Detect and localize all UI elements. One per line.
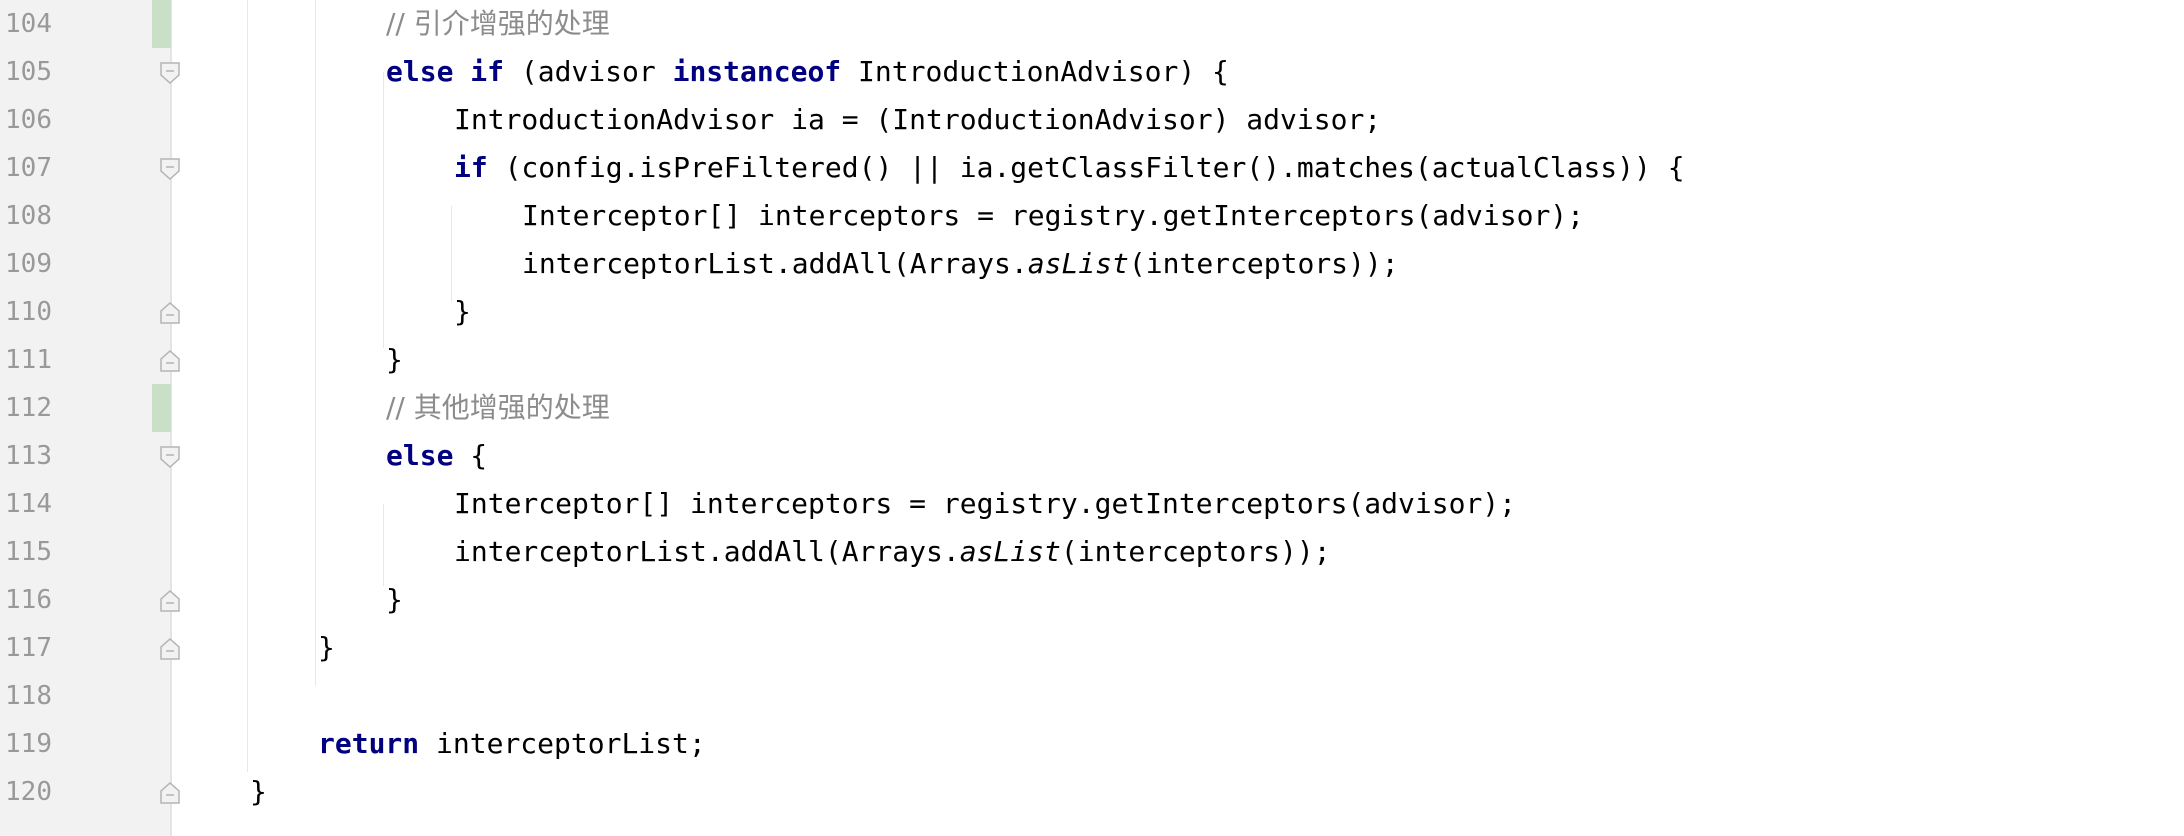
- line-number: 108: [5, 201, 52, 231]
- code-line-114[interactable]: 114 Interceptor[] interceptors = registr…: [0, 480, 2184, 528]
- code-lines: 104 // 引介增强的处理 105 else if (advisor inst…: [0, 0, 2184, 816]
- line-number: 115: [5, 537, 52, 567]
- code-token: IntroductionAdvisor) {: [841, 55, 1229, 88]
- change-marker[interactable]: [152, 0, 171, 48]
- code-token: }: [318, 631, 335, 664]
- code-text: interceptorList.addAll(Arrays.asList(int…: [522, 240, 1399, 288]
- code-text: }: [318, 624, 335, 672]
- line-number: 107: [5, 153, 52, 183]
- code-line-105[interactable]: 105 else if (advisor instanceof Introduc…: [0, 48, 2184, 96]
- line-number: 104: [5, 9, 52, 39]
- code-line-112[interactable]: 112 // 其他增强的处理: [0, 384, 2184, 432]
- code-token: Interceptor[] interceptors = registry.ge…: [454, 487, 1517, 520]
- code-text: }: [386, 336, 403, 384]
- code-text: interceptorList.addAll(Arrays.asList(int…: [454, 528, 1331, 576]
- code-token: IntroductionAdvisor ia = (IntroductionAd…: [454, 103, 1382, 136]
- code-line-104[interactable]: 104 // 引介增强的处理: [0, 0, 2184, 48]
- fold-end-icon[interactable]: [160, 638, 180, 660]
- line-number: 119: [5, 729, 52, 759]
- keyword: else: [386, 439, 454, 472]
- code-text: else {: [386, 432, 487, 480]
- code-editor[interactable]: 104 // 引介增强的处理 105 else if (advisor inst…: [0, 0, 2184, 836]
- code-token: (interceptors));: [1060, 535, 1331, 568]
- code-line-118[interactable]: 118: [0, 672, 2184, 720]
- code-line-106[interactable]: 106 IntroductionAdvisor ia = (Introducti…: [0, 96, 2184, 144]
- code-token: Interceptor[] interceptors = registry.ge…: [522, 199, 1585, 232]
- code-line-115[interactable]: 115 interceptorList.addAll(Arrays.asList…: [0, 528, 2184, 576]
- line-number: 120: [5, 777, 52, 807]
- code-text: }: [386, 576, 403, 624]
- comment: // 其他增强的处理: [386, 391, 610, 424]
- code-line-119[interactable]: 119 return interceptorList;: [0, 720, 2184, 768]
- code-token: interceptorList.addAll(Arrays.: [454, 535, 960, 568]
- fold-start-icon[interactable]: [160, 446, 180, 468]
- code-line-108[interactable]: 108 Interceptor[] interceptors = registr…: [0, 192, 2184, 240]
- static-method: asList: [1027, 247, 1129, 280]
- keyword: instanceof: [672, 55, 842, 88]
- line-number: 110: [5, 297, 52, 327]
- code-text: }: [250, 768, 267, 816]
- fold-start-icon[interactable]: [160, 62, 180, 84]
- code-token: }: [386, 583, 403, 616]
- code-token: }: [454, 295, 471, 328]
- code-text: // 引介增强的处理: [386, 0, 610, 48]
- code-token: (interceptors));: [1128, 247, 1399, 280]
- code-line-109[interactable]: 109 interceptorList.addAll(Arrays.asList…: [0, 240, 2184, 288]
- keyword: if: [454, 151, 488, 184]
- code-text: else if (advisor instanceof Introduction…: [386, 48, 1229, 96]
- code-token: interceptorList;: [419, 727, 706, 760]
- code-token: (config.isPreFiltered() || ia.getClassFi…: [487, 151, 1685, 184]
- code-token: (advisor: [504, 55, 673, 88]
- comment: // 引介增强的处理: [386, 7, 610, 40]
- code-token: }: [250, 775, 267, 808]
- static-method: asList: [959, 535, 1061, 568]
- line-number: 109: [5, 249, 52, 279]
- code-line-107[interactable]: 107 if (config.isPreFiltered() || ia.get…: [0, 144, 2184, 192]
- code-text: IntroductionAdvisor ia = (IntroductionAd…: [454, 96, 1381, 144]
- line-number: 113: [5, 441, 52, 471]
- code-line-110[interactable]: 110 }: [0, 288, 2184, 336]
- code-text: }: [454, 288, 471, 336]
- fold-end-icon[interactable]: [160, 590, 180, 612]
- line-number: 117: [5, 633, 52, 663]
- line-number: 118: [5, 681, 52, 711]
- code-token: interceptorList.addAll(Arrays.: [522, 247, 1028, 280]
- fold-end-icon[interactable]: [160, 350, 180, 372]
- change-marker[interactable]: [152, 384, 171, 432]
- code-token: {: [453, 439, 488, 472]
- line-number: 114: [5, 489, 52, 519]
- fold-end-icon[interactable]: [160, 302, 180, 324]
- fold-end-icon[interactable]: [160, 782, 180, 804]
- line-number: 111: [5, 345, 52, 375]
- code-text: // 其他增强的处理: [386, 384, 610, 432]
- keyword: return: [318, 727, 420, 760]
- code-text: return interceptorList;: [318, 720, 706, 768]
- line-number: 105: [5, 57, 52, 87]
- code-text: Interceptor[] interceptors = registry.ge…: [522, 192, 1584, 240]
- code-line-113[interactable]: 113 else {: [0, 432, 2184, 480]
- fold-start-icon[interactable]: [160, 158, 180, 180]
- keyword: else if: [386, 55, 505, 88]
- code-line-111[interactable]: 111 }: [0, 336, 2184, 384]
- code-line-120[interactable]: 120 }: [0, 768, 2184, 816]
- line-number: 112: [5, 393, 52, 423]
- code-text: if (config.isPreFiltered() || ia.getClas…: [454, 144, 1685, 192]
- code-line-116[interactable]: 116 }: [0, 576, 2184, 624]
- line-number: 106: [5, 105, 52, 135]
- code-token: }: [386, 343, 403, 376]
- line-number: 116: [5, 585, 52, 615]
- code-text: Interceptor[] interceptors = registry.ge…: [454, 480, 1516, 528]
- code-line-117[interactable]: 117 }: [0, 624, 2184, 672]
